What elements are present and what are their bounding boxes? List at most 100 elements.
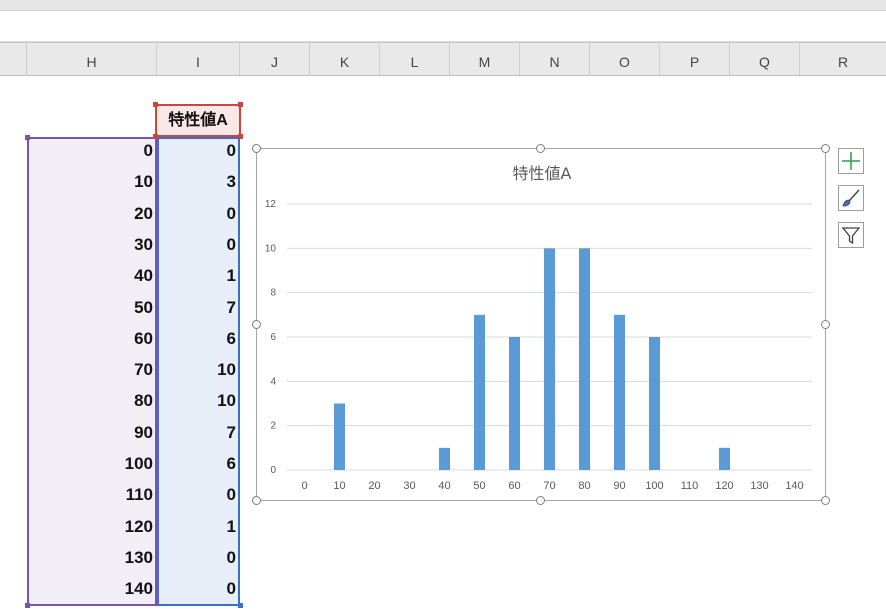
ribbon-edge bbox=[0, 0, 886, 11]
bar-50[interactable] bbox=[474, 314, 485, 470]
chart-area[interactable]: 特性値A 0 2 4 6 8 10 12 0 10 20 30 40 50 60 70 80 90 100 110 12… bbox=[256, 148, 826, 501]
cell-H-value[interactable]: 110 bbox=[27, 485, 153, 505]
cell-H-value[interactable]: 130 bbox=[27, 548, 153, 568]
bar-chart: 特性値A0246810120 10 20 30 40 50 60 70 80 90 100 110 12… bbox=[265, 164, 812, 492]
range-handle[interactable] bbox=[153, 102, 158, 107]
cell-I-value[interactable]: 0 bbox=[157, 141, 236, 161]
chart-title: 特性値A bbox=[513, 164, 572, 183]
x-tick-label: 60 bbox=[508, 480, 520, 492]
cell-I-value[interactable]: 1 bbox=[157, 266, 236, 286]
cell-H-value[interactable]: 100 bbox=[27, 454, 153, 474]
y-tick-label: 4 bbox=[270, 376, 276, 387]
x-tick-label: 90 bbox=[613, 480, 625, 492]
cell-H-value[interactable]: 70 bbox=[27, 360, 153, 380]
plus-icon bbox=[842, 152, 860, 170]
range-handle[interactable] bbox=[238, 603, 243, 608]
cell-I-value[interactable]: 10 bbox=[157, 360, 236, 380]
bar-60[interactable] bbox=[509, 337, 520, 470]
cell-H-value[interactable]: 140 bbox=[27, 579, 153, 599]
cell-I-value[interactable]: 0 bbox=[157, 548, 236, 568]
cell-I-value[interactable]: 6 bbox=[157, 329, 236, 349]
column-header-H[interactable]: H bbox=[27, 43, 157, 75]
column-header-J[interactable]: J bbox=[240, 43, 310, 75]
bar-100[interactable] bbox=[649, 337, 660, 470]
column-header-O[interactable]: O bbox=[590, 43, 660, 75]
column-header-K[interactable]: K bbox=[310, 43, 380, 75]
chart-styles-button[interactable] bbox=[838, 185, 864, 211]
column-header-G[interactable] bbox=[0, 43, 27, 75]
chart-resize-handle[interactable] bbox=[536, 496, 545, 505]
y-tick-label: 8 bbox=[270, 288, 276, 299]
y-tick-label: 2 bbox=[270, 421, 276, 432]
cell-H-value[interactable]: 120 bbox=[27, 517, 153, 537]
column-header-Q[interactable]: Q bbox=[730, 43, 800, 75]
column-header-M[interactable]: M bbox=[450, 43, 520, 75]
filter-icon bbox=[841, 227, 861, 245]
chart-resize-handle[interactable] bbox=[821, 496, 830, 505]
column-header-R[interactable]: R bbox=[800, 43, 886, 75]
x-tick-label: 140 bbox=[785, 480, 803, 492]
cell-I-value[interactable]: 1 bbox=[157, 517, 236, 537]
y-tick-label: 0 bbox=[270, 465, 276, 476]
cell-I-value[interactable]: 6 bbox=[157, 454, 236, 474]
chart-resize-handle[interactable] bbox=[821, 144, 830, 153]
column-header-bar: H I J K L M N O P Q R bbox=[0, 42, 886, 76]
chart-resize-handle[interactable] bbox=[821, 320, 830, 329]
cell-H-value[interactable]: 30 bbox=[27, 235, 153, 255]
x-tick-label: 50 bbox=[473, 480, 485, 492]
chart-filters-button[interactable] bbox=[838, 222, 864, 248]
cell-H-value[interactable]: 80 bbox=[27, 391, 153, 411]
chart-resize-handle[interactable] bbox=[252, 144, 261, 153]
cell-H-value[interactable]: 20 bbox=[27, 204, 153, 224]
range-handle[interactable] bbox=[153, 134, 158, 139]
range-handle[interactable] bbox=[238, 102, 243, 107]
chart-resize-handle[interactable] bbox=[252, 496, 261, 505]
x-tick-label: 100 bbox=[645, 480, 663, 492]
x-tick-label: 70 bbox=[543, 480, 555, 492]
x-tick-label: 40 bbox=[438, 480, 450, 492]
y-tick-label: 6 bbox=[270, 332, 276, 343]
column-header-P[interactable]: P bbox=[660, 43, 730, 75]
cell-I-value[interactable]: 0 bbox=[157, 579, 236, 599]
cell-H-value[interactable]: 0 bbox=[27, 141, 153, 161]
cell-I-value[interactable]: 7 bbox=[157, 423, 236, 443]
cell-H-value[interactable]: 40 bbox=[27, 266, 153, 286]
cell-H-value[interactable]: 60 bbox=[27, 329, 153, 349]
x-tick-label: 20 bbox=[368, 480, 380, 492]
range-handle[interactable] bbox=[238, 134, 243, 139]
cell-I-value[interactable]: 0 bbox=[157, 235, 236, 255]
cell-I-header[interactable]: 特性値A bbox=[155, 104, 241, 137]
range-handle[interactable] bbox=[25, 135, 30, 140]
chart-elements-button[interactable] bbox=[838, 148, 864, 174]
x-tick-label: 110 bbox=[681, 480, 699, 492]
formula-bar[interactable] bbox=[0, 11, 886, 42]
bar-40[interactable] bbox=[439, 447, 450, 470]
cell-H-value[interactable]: 90 bbox=[27, 423, 153, 443]
bar-120[interactable] bbox=[719, 447, 730, 470]
x-tick-label: 30 bbox=[403, 480, 415, 492]
chart-resize-handle[interactable] bbox=[536, 144, 545, 153]
chart-resize-handle[interactable] bbox=[252, 320, 261, 329]
x-tick-label: 10 bbox=[333, 480, 345, 492]
cell-I-value[interactable]: 10 bbox=[157, 391, 236, 411]
brush-icon bbox=[842, 189, 860, 207]
x-tick-label: 80 bbox=[578, 480, 590, 492]
cell-I-value[interactable]: 3 bbox=[157, 172, 236, 192]
cell-H-value[interactable]: 10 bbox=[27, 172, 153, 192]
bar-10[interactable] bbox=[334, 403, 345, 471]
x-tick-label: 130 bbox=[750, 480, 768, 492]
range-handle[interactable] bbox=[25, 603, 30, 608]
column-header-L[interactable]: L bbox=[380, 43, 450, 75]
cell-H-value[interactable]: 50 bbox=[27, 298, 153, 318]
column-header-I[interactable]: I bbox=[157, 43, 240, 75]
cell-I-value[interactable]: 7 bbox=[157, 298, 236, 318]
y-tick-label: 12 bbox=[265, 199, 277, 210]
column-header-N[interactable]: N bbox=[520, 43, 590, 75]
cell-I-value[interactable]: 0 bbox=[157, 485, 236, 505]
bar-80[interactable] bbox=[579, 248, 590, 470]
x-tick-label: 120 bbox=[715, 480, 733, 492]
bar-70[interactable] bbox=[544, 248, 555, 470]
bar-90[interactable] bbox=[614, 314, 625, 470]
x-tick-label: 0 bbox=[301, 480, 307, 492]
cell-I-value[interactable]: 0 bbox=[157, 204, 236, 224]
